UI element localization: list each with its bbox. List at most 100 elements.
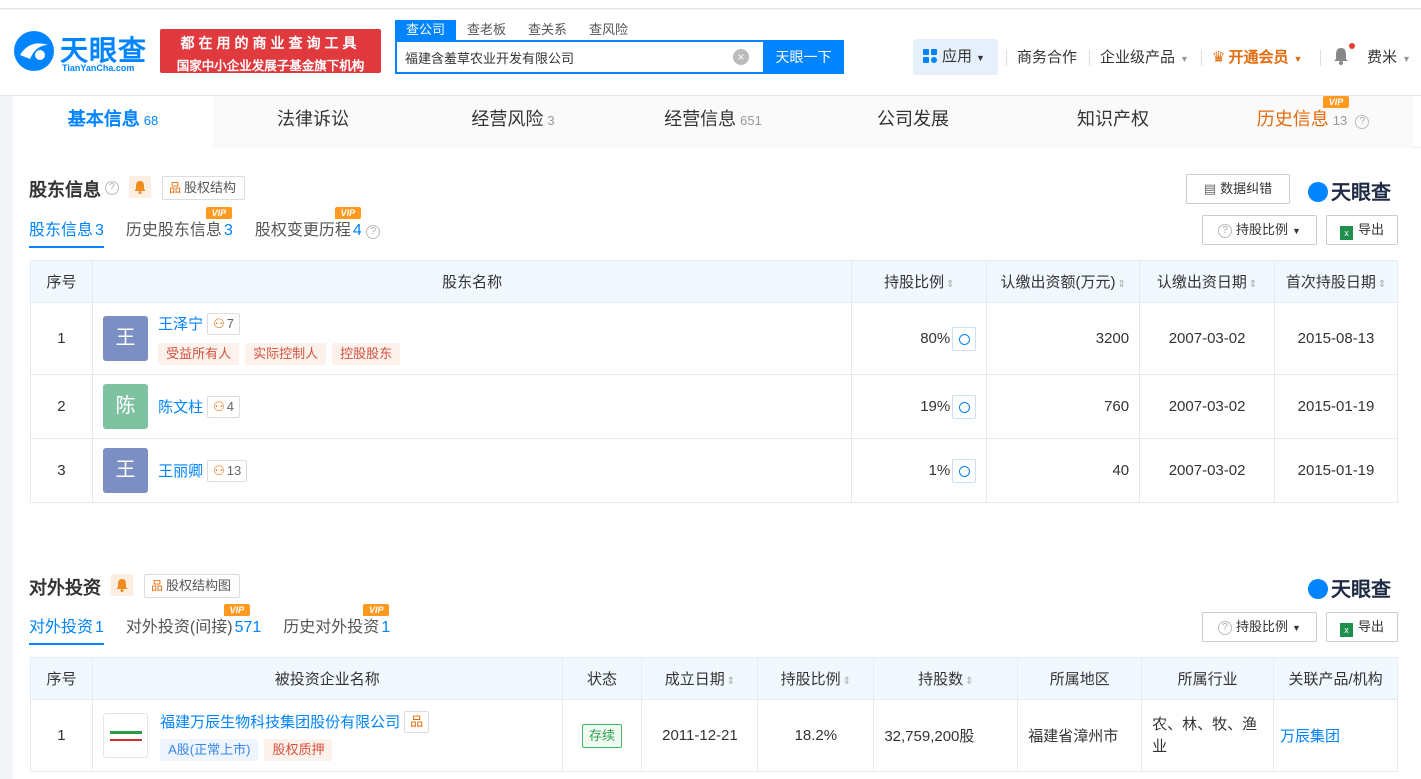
apps-label: 应用: [942, 48, 973, 65]
subtab-indirect-investments[interactable]: VIP 对外投资(间接) 571: [126, 604, 261, 645]
equity-structure-button[interactable]: 品股权结构: [162, 176, 246, 200]
vip-badge: VIP: [1323, 96, 1349, 108]
ratio-cell: 18.2%: [757, 699, 875, 772]
data-correction-button[interactable]: ▤ 数据纠错: [1186, 174, 1290, 204]
avatar[interactable]: 王: [102, 448, 148, 493]
shareholder-cell: 王 王泽宁 ⚇ 7 受益所有人 实际控制人 控股股东: [91, 302, 853, 375]
product-link[interactable]: 万辰集团: [1280, 728, 1340, 745]
subtab-count: 1: [381, 619, 391, 636]
nav-enterprise-products[interactable]: 企业级产品 ▼: [1100, 46, 1189, 67]
col-header-amount[interactable]: 认缴出资额(万元) ⇕: [986, 260, 1141, 303]
export-button[interactable]: x 导出: [1326, 215, 1398, 245]
export-button[interactable]: x 导出: [1326, 612, 1398, 642]
help-icon[interactable]: ?: [105, 181, 119, 195]
subtab-investments[interactable]: 对外投资 1: [29, 615, 104, 645]
col-header-name: 股东名称: [91, 260, 853, 303]
tab-label: 知识产权: [1077, 109, 1149, 129]
org-chart-icon: 品: [410, 713, 424, 729]
help-icon[interactable]: ?: [1355, 115, 1370, 129]
chevron-down-icon: ▼: [1292, 623, 1301, 633]
main-tabs: 基本信息 68 法律诉讼 经营风险 3 经营信息 651 公司发展 知识产权 VIP …: [13, 96, 1421, 148]
founded-cell: 2011-12-21: [641, 699, 759, 772]
avatar[interactable]: 王: [102, 316, 148, 361]
row-no: 3: [30, 438, 93, 503]
ratio-filter-button[interactable]: ? 持股比例 ▼: [1202, 215, 1317, 245]
excel-icon: x: [1339, 226, 1353, 240]
search-tab-company[interactable]: 查公司: [395, 20, 457, 40]
avatar[interactable]: 陈: [102, 384, 148, 429]
tab-legal[interactable]: 法律诉讼: [213, 96, 413, 148]
search-tab-relation[interactable]: 查关系: [517, 20, 578, 40]
notification-bell-icon[interactable]: [1333, 47, 1349, 65]
shareholder-name-link[interactable]: 王泽宁: [158, 316, 203, 333]
tag-controlling-shareholder: 控股股东: [332, 342, 401, 365]
ratio-cell: 80%: [851, 302, 988, 375]
related-count-badge[interactable]: ⚇ 4: [207, 395, 241, 418]
help-icon[interactable]: ?: [366, 225, 381, 239]
date2-cell: 2015-08-13: [1274, 302, 1398, 375]
subtab-count: 3: [223, 222, 233, 239]
shareholder-name-link[interactable]: 王丽卿: [158, 463, 203, 480]
pie-chart-icon[interactable]: [952, 394, 977, 419]
related-count-badge[interactable]: ⚇ 7: [207, 312, 241, 335]
col-header-date2[interactable]: 首次持股日期 ⇕: [1274, 260, 1398, 303]
search-input[interactable]: [405, 42, 725, 72]
company-name-link[interactable]: 福建万辰生物科技集团股份有限公司: [160, 714, 400, 731]
related-count-badge[interactable]: ⚇ 13: [207, 459, 248, 482]
slogan-line1: 都在用的商业查询工具: [180, 35, 361, 51]
subtab-count: 4: [352, 222, 362, 239]
col-header-company: 被投资企业名称: [91, 657, 563, 700]
nav-business-cooperation[interactable]: 商务合作: [1017, 46, 1077, 67]
pie-chart-icon[interactable]: [952, 326, 977, 351]
tab-basic-info[interactable]: 基本信息 68: [13, 96, 213, 148]
col-header-shares[interactable]: 持股数 ⇕: [873, 657, 1019, 700]
pie-chart-icon[interactable]: [952, 458, 977, 483]
search-tab-risk[interactable]: 查风险: [578, 20, 639, 40]
search-button[interactable]: 天眼一下: [763, 40, 844, 74]
col-header-founded[interactable]: 成立日期 ⇕: [641, 657, 759, 700]
slogan-banner[interactable]: 都在用的商业查询工具 国家中小企业发展子基金旗下机构: [160, 29, 381, 73]
apps-menu-button[interactable]: 应用 ▼: [913, 39, 998, 75]
ratio-filter-button[interactable]: ? 持股比例 ▼: [1202, 612, 1317, 642]
edit-doc-icon: ▤: [1203, 181, 1217, 196]
nav-enterprise-label: 企业级产品: [1100, 49, 1176, 66]
company-logo[interactable]: [102, 713, 148, 758]
tab-development[interactable]: 公司发展: [813, 96, 1013, 148]
tab-history-info[interactable]: VIP 历史信息 13 ?: [1213, 96, 1413, 148]
clear-icon[interactable]: ×: [733, 49, 749, 65]
subtab-count: 1: [95, 619, 104, 636]
col-header-product: 关联产品/机构: [1273, 657, 1398, 700]
equity-structure-chart-button[interactable]: 品股权结构图: [144, 574, 241, 598]
subtab-history-shareholders[interactable]: VIP 历史股东信息 3: [126, 207, 233, 248]
tab-ip[interactable]: 知识产权: [1013, 96, 1213, 148]
tianyancha-logo-icon: [14, 31, 54, 71]
amount-cell: 3200: [986, 302, 1141, 375]
shareholder-name-link[interactable]: 陈文柱: [158, 399, 203, 416]
table-row: 1 福建万辰生物科技集团股份有限公司品 A股(正常上市) 股权质押 存续 2011…: [30, 699, 1398, 772]
user-menu[interactable]: 费米 ▼: [1367, 46, 1411, 67]
subtab-history-investments[interactable]: VIP 历史对外投资 1: [283, 604, 391, 645]
monitor-bell-button[interactable]: [129, 176, 151, 198]
col-header-ratio[interactable]: 持股比例 ⇕: [757, 657, 875, 700]
site-logo[interactable]: 天眼查 TianYanCha.com: [12, 29, 152, 79]
subtab-shareholders[interactable]: 股东信息 3: [29, 218, 104, 248]
col-header-date1[interactable]: 认缴出资日期 ⇕: [1139, 260, 1276, 303]
search-tab-boss[interactable]: 查老板: [456, 20, 517, 40]
tab-operation-risk[interactable]: 经营风险 3: [413, 96, 613, 148]
tab-operation-info[interactable]: 经营信息 651: [613, 96, 813, 148]
structure-icon-button[interactable]: 品: [404, 710, 430, 733]
subtab-equity-changes[interactable]: VIP 股权变更历程 4 ?: [255, 207, 381, 248]
col-header-label: 认缴出资日期: [1156, 274, 1247, 291]
col-header-ratio[interactable]: 持股比例 ⇕: [851, 260, 988, 303]
relation-icon: ⚇: [213, 315, 225, 331]
equity-structure-chart-label: 股权结构图: [166, 578, 232, 593]
tianyancha-brand: 天眼查: [1308, 176, 1391, 205]
ratio-value: 1%: [928, 461, 951, 479]
apps-grid-icon: [923, 49, 937, 63]
shareholders-table: 序号 股东名称 持股比例 ⇕ 认缴出资额(万元) ⇕ 认缴出资日期 ⇕ 首次持股日期 ⇕…: [30, 260, 1398, 503]
date1-cell: 2007-03-02: [1139, 302, 1276, 375]
divider: [1201, 50, 1202, 66]
nav-open-vip[interactable]: ♛ 开通会员 ▼: [1212, 46, 1302, 67]
vip-badge: VIP: [205, 207, 232, 219]
monitor-bell-button[interactable]: [111, 574, 133, 596]
